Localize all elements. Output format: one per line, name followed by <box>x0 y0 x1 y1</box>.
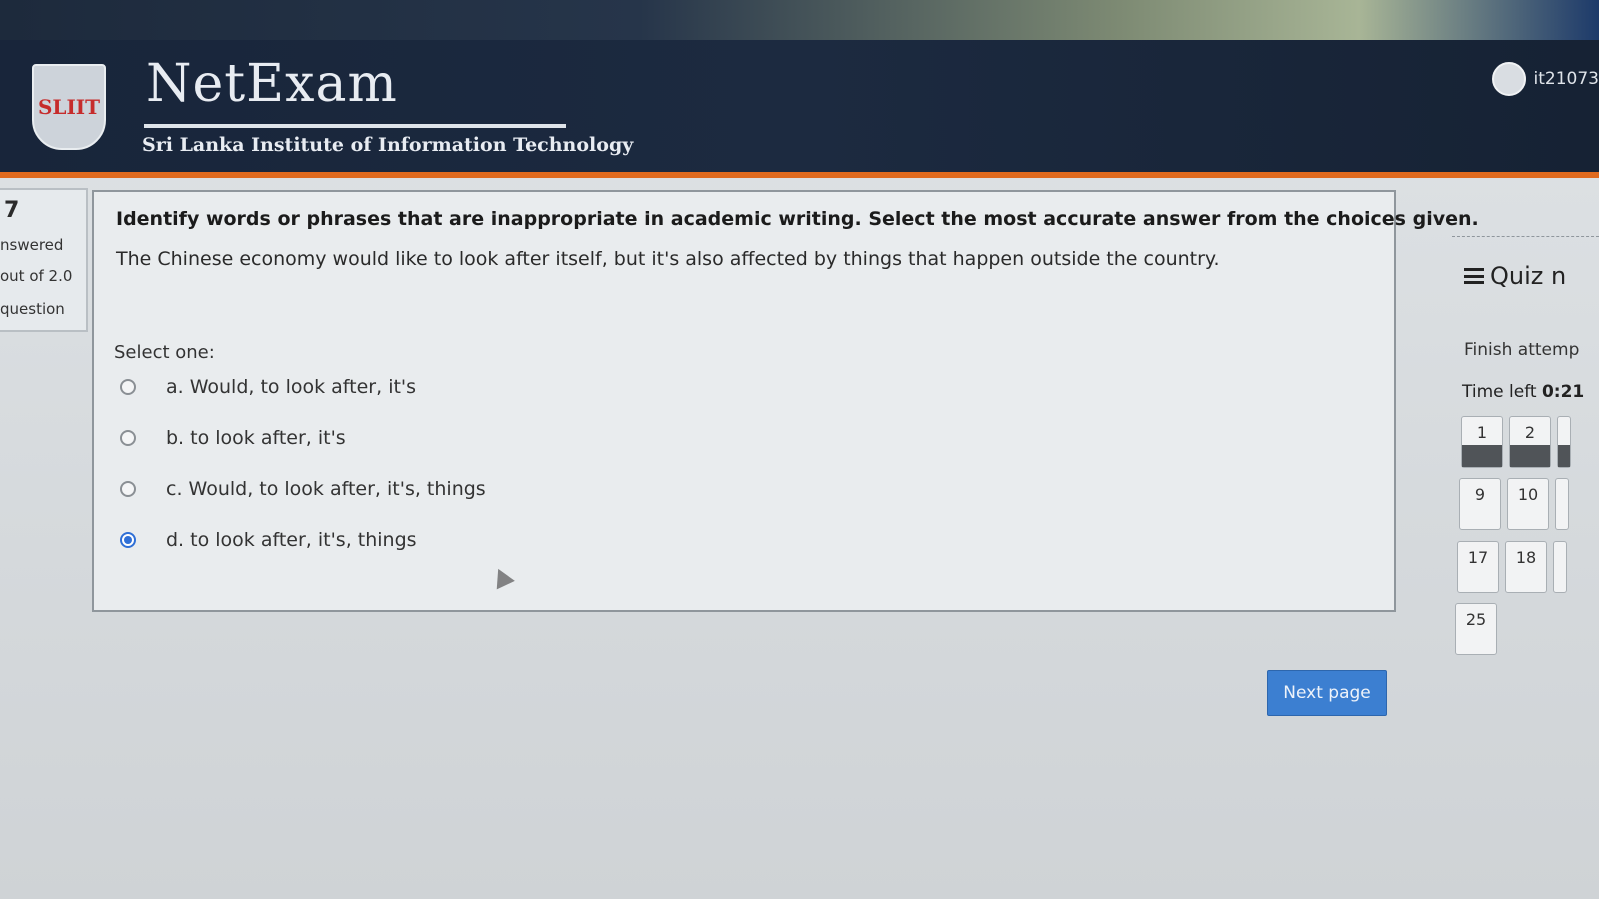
quiz-nav-button-18[interactable]: 18 <box>1505 541 1547 593</box>
option-label-d[interactable]: d. to look after, it's, things <box>166 529 417 551</box>
quiz-nav-button-10[interactable]: 10 <box>1507 478 1549 530</box>
nav-button-label: 1 <box>1476 423 1488 442</box>
time-left-value: 0:21 <box>1541 382 1585 402</box>
nav-button-label: 17 <box>1467 548 1489 567</box>
question-box: Identify words or phrases that are inapp… <box>92 190 1479 612</box>
quiz-navigation-panel: Quiz n Finish attemp Time left 0:21 1 2 … <box>1452 236 1599 676</box>
radio-a[interactable] <box>120 379 136 395</box>
quiz-nav-button-2[interactable]: 2 <box>1509 416 1551 468</box>
nav-button-label: 2 <box>1524 423 1536 442</box>
next-page-button[interactable]: Next page <box>1267 670 1387 716</box>
answer-option-c[interactable]: c. Would, to look after, it's, things <box>120 478 486 500</box>
answer-option-b[interactable]: b. to look after, it's <box>120 427 346 449</box>
quiz-nav-button-cut[interactable] <box>1555 478 1569 530</box>
answer-option-a[interactable]: a. Would, to look after, it's <box>120 376 416 398</box>
nav-button-label: 18 <box>1515 548 1537 567</box>
nav-button-label: 25 <box>1465 610 1487 629</box>
nav-button-label: 10 <box>1517 485 1539 504</box>
quiz-nav-button-1[interactable]: 1 <box>1461 416 1503 468</box>
quiz-nav-button-25[interactable]: 25 <box>1455 603 1497 655</box>
option-label-c[interactable]: c. Would, to look after, it's, things <box>166 478 486 500</box>
quiz-nav-button-cut[interactable] <box>1557 416 1571 468</box>
question-mark: out of 2.0 <box>0 267 73 285</box>
radio-d[interactable] <box>120 532 136 548</box>
question-number: 7 <box>4 198 20 223</box>
finish-attempt-link[interactable]: Finish attemp <box>1464 340 1579 360</box>
flag-question-link[interactable]: question <box>0 300 65 318</box>
time-left: Time left 0:21 <box>1462 382 1584 402</box>
question-text: The Chinese economy would like to look a… <box>116 248 1220 270</box>
select-one-label: Select one: <box>114 342 215 363</box>
question-status: nswered <box>0 236 64 254</box>
quiz-nav-button-cut[interactable] <box>1553 541 1567 593</box>
question-prompt: Identify words or phrases that are inapp… <box>116 208 1479 230</box>
radio-c[interactable] <box>120 481 136 497</box>
answer-option-d[interactable]: d. to look after, it's, things <box>120 529 417 551</box>
nav-divider <box>1452 236 1599 237</box>
time-left-label: Time left <box>1462 382 1537 402</box>
option-label-a[interactable]: a. Would, to look after, it's <box>166 376 416 398</box>
radio-b[interactable] <box>120 430 136 446</box>
menu-icon[interactable] <box>1464 268 1484 284</box>
site-header: SLIIT NetExam Sri Lanka Institute of Inf… <box>0 40 1599 178</box>
user-menu[interactable]: it21073 <box>1491 62 1599 96</box>
quiz-nav-button-17[interactable]: 17 <box>1457 541 1499 593</box>
logo-text: SLIIT <box>37 95 101 119</box>
user-id[interactable]: it21073 <box>1534 69 1599 89</box>
browser-top-strip <box>0 0 1599 40</box>
brand-title: NetExam <box>146 54 398 114</box>
brand-divider <box>144 124 566 128</box>
nav-button-label: 9 <box>1474 485 1486 504</box>
quiz-nav-title: Quiz n <box>1464 262 1566 290</box>
quiz-nav-title-text: Quiz n <box>1490 262 1567 290</box>
avatar[interactable] <box>1491 62 1526 96</box>
brand-subtitle: Sri Lanka Institute of Information Techn… <box>142 134 634 156</box>
quiz-nav-button-9[interactable]: 9 <box>1459 478 1501 530</box>
sliit-logo[interactable]: SLIIT <box>32 64 106 150</box>
question-info-panel: 7 nswered out of 2.0 question <box>0 188 88 332</box>
option-label-b[interactable]: b. to look after, it's <box>166 427 346 449</box>
